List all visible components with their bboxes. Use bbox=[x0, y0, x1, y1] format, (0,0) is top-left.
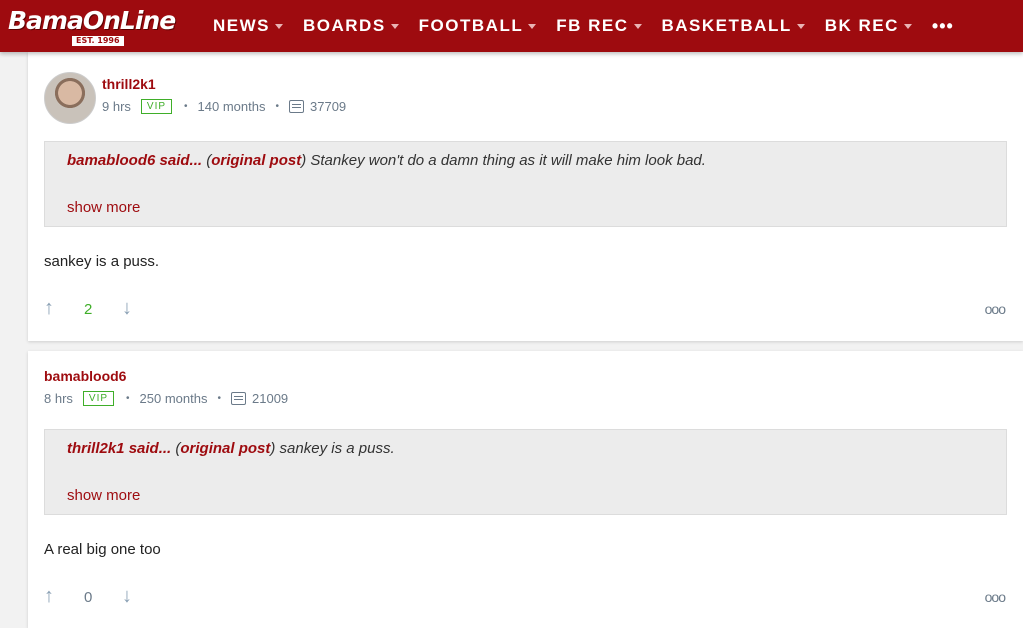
vote-count: 0 bbox=[84, 589, 93, 606]
show-more-link[interactable]: show more bbox=[67, 487, 140, 504]
left-rail bbox=[0, 52, 28, 628]
post-body: sankey is a puss. bbox=[44, 253, 160, 270]
forum-post: bamablood6 8 hrs VIP • 250 months • 2100… bbox=[28, 351, 1023, 628]
top-nav: BamaOnLine EST. 1996 NEWS BOARDS FOOTBAL… bbox=[0, 0, 1023, 52]
quote-line: thrill2k1 said... (original post) sankey… bbox=[67, 440, 395, 457]
caret-down-icon bbox=[903, 23, 912, 29]
nav-news[interactable]: NEWS bbox=[213, 16, 283, 36]
original-post-link[interactable]: original post bbox=[211, 152, 301, 169]
separator-dot: • bbox=[184, 101, 188, 112]
nav-boards[interactable]: BOARDS bbox=[303, 16, 399, 36]
downvote-arrow-icon[interactable]: ↓ bbox=[122, 586, 132, 606]
quote-text: sankey is a puss. bbox=[275, 440, 395, 457]
vote-count: 2 bbox=[84, 301, 93, 318]
upvote-arrow-icon[interactable]: ↑ bbox=[44, 298, 54, 318]
member-tenure: 140 months bbox=[197, 99, 266, 114]
main-menu: NEWS BOARDS FOOTBALL FB REC BASKETBALL B… bbox=[213, 0, 954, 52]
message-count: 37709 bbox=[310, 99, 347, 114]
quote-line: bamablood6 said... (original post) Stank… bbox=[67, 152, 706, 169]
caret-down-icon bbox=[633, 23, 642, 29]
avatar[interactable] bbox=[44, 72, 96, 124]
separator-dot: • bbox=[126, 393, 130, 404]
caret-down-icon bbox=[528, 23, 537, 29]
caret-down-icon bbox=[275, 23, 283, 29]
quote-block: thrill2k1 said... (original post) sankey… bbox=[44, 429, 1007, 515]
post-time: 9 hrs bbox=[102, 99, 131, 114]
original-post-link[interactable]: original post bbox=[180, 440, 270, 457]
site-logo[interactable]: BamaOnLine EST. 1996 bbox=[8, 6, 194, 46]
message-icon bbox=[231, 392, 246, 405]
nav-basketball[interactable]: BASKETBALL bbox=[662, 16, 805, 36]
separator-dot: • bbox=[217, 393, 221, 404]
post-options-icon[interactable]: ooo bbox=[985, 301, 1006, 317]
caret-down-icon bbox=[796, 23, 805, 29]
nav-fb-rec[interactable]: FB REC bbox=[556, 16, 642, 36]
nav-bk-rec[interactable]: BK REC bbox=[825, 16, 912, 36]
logo-text: BamaOnLine bbox=[8, 6, 176, 35]
message-count: 21009 bbox=[252, 391, 289, 406]
logo-est: EST. 1996 bbox=[72, 36, 124, 46]
member-tenure: 250 months bbox=[139, 391, 208, 406]
quote-text: Stankey won't do a damn thing as it will… bbox=[306, 152, 706, 169]
more-menu-icon[interactable]: ••• bbox=[932, 16, 954, 37]
vip-badge: VIP bbox=[82, 391, 115, 406]
post-username[interactable]: bamablood6 bbox=[44, 368, 126, 384]
message-icon bbox=[289, 100, 304, 113]
post-username[interactable]: thrill2k1 bbox=[102, 76, 156, 92]
quote-author[interactable]: bamablood6 said... bbox=[67, 152, 202, 169]
forum-post: thrill2k1 9 hrs VIP • 140 months • 37709… bbox=[28, 52, 1023, 341]
separator-dot: • bbox=[275, 101, 279, 112]
quote-block: bamablood6 said... (original post) Stank… bbox=[44, 141, 1007, 227]
vip-badge: VIP bbox=[140, 99, 173, 114]
post-meta: 9 hrs VIP • 140 months • 37709 bbox=[102, 99, 346, 114]
caret-down-icon bbox=[390, 23, 399, 29]
nav-football[interactable]: FOOTBALL bbox=[419, 16, 537, 36]
post-body: A real big one too bbox=[44, 541, 161, 558]
show-more-link[interactable]: show more bbox=[67, 199, 140, 216]
downvote-arrow-icon[interactable]: ↓ bbox=[122, 298, 132, 318]
post-time: 8 hrs bbox=[44, 391, 73, 406]
quote-author[interactable]: thrill2k1 said... bbox=[67, 440, 171, 457]
post-options-icon[interactable]: ooo bbox=[985, 589, 1006, 605]
post-meta: 8 hrs VIP • 250 months • 21009 bbox=[44, 391, 288, 406]
upvote-arrow-icon[interactable]: ↑ bbox=[44, 586, 54, 606]
